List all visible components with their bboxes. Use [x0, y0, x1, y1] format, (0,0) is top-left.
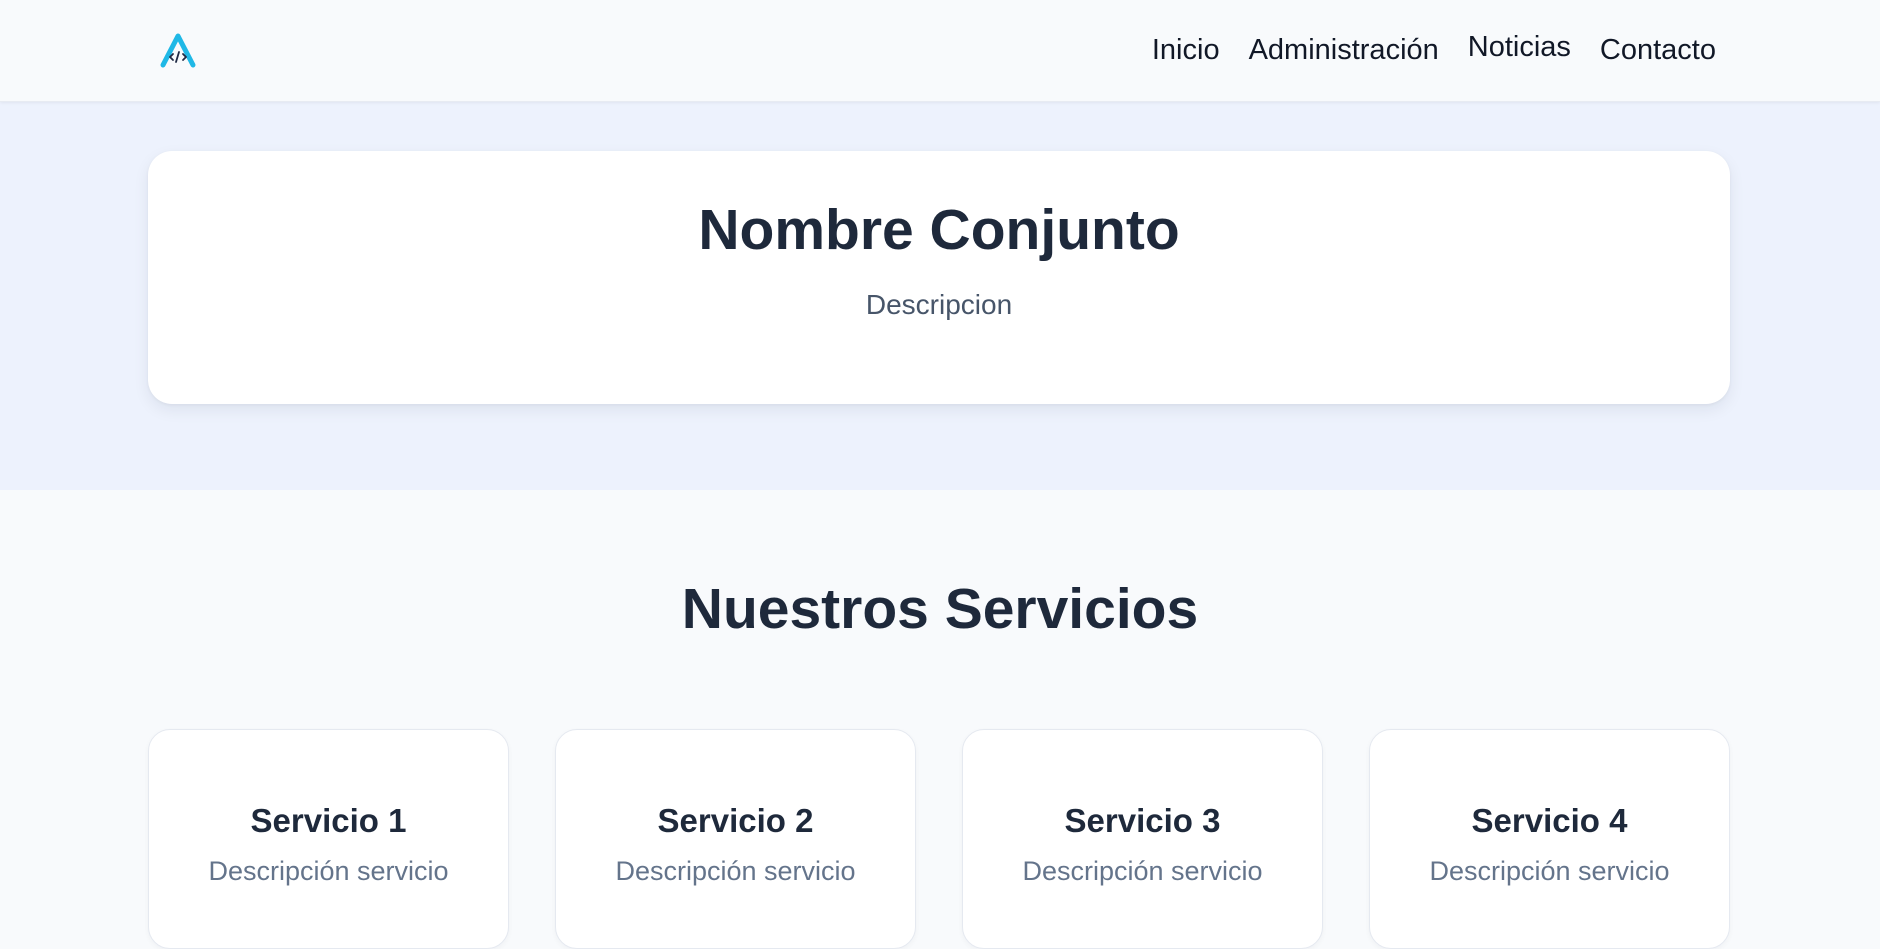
service-description: Descripción servicio: [1429, 856, 1670, 887]
hero-description: Descripcion: [865, 288, 1013, 320]
service-title: Servicio 2: [657, 802, 814, 839]
service-description: Descripción servicio: [208, 856, 449, 887]
nav-link-inicio[interactable]: Inicio: [1152, 34, 1220, 67]
hero-section: Nombre Conjunto Descripcion: [0, 101, 1880, 490]
services-title: Nuestros Servicios: [681, 577, 1199, 641]
nav-link-contacto[interactable]: Contacto: [1600, 34, 1716, 67]
service-title: Servicio 3: [1064, 802, 1221, 839]
code-a-logo-icon[interactable]: [158, 30, 198, 70]
services-section: Nuestros Servicios Servicio 1 Descripció…: [0, 490, 1880, 949]
service-title: Servicio 4: [1471, 802, 1628, 839]
service-description: Descripción servicio: [1022, 856, 1263, 887]
hero-title: Nombre Conjunto: [698, 198, 1180, 262]
nav-link-administracion[interactable]: Administración: [1249, 34, 1439, 67]
hero-card: Nombre Conjunto Descripcion: [148, 151, 1730, 404]
service-card-2: Servicio 2 Descripción servicio: [555, 729, 916, 949]
main-navigation: Inicio Administración Noticias Contacto: [1152, 30, 1716, 70]
service-description: Descripción servicio: [615, 856, 856, 887]
service-title: Servicio 1: [250, 802, 407, 839]
site-header: Inicio Administración Noticias Contacto: [0, 0, 1880, 102]
services-grid: Servicio 1 Descripción servicio Servicio…: [148, 729, 1730, 949]
service-card-4: Servicio 4 Descripción servicio: [1369, 729, 1730, 949]
service-card-3: Servicio 3 Descripción servicio: [962, 729, 1323, 949]
service-card-1: Servicio 1 Descripción servicio: [148, 729, 509, 949]
nav-link-noticias[interactable]: Noticias: [1468, 31, 1571, 64]
